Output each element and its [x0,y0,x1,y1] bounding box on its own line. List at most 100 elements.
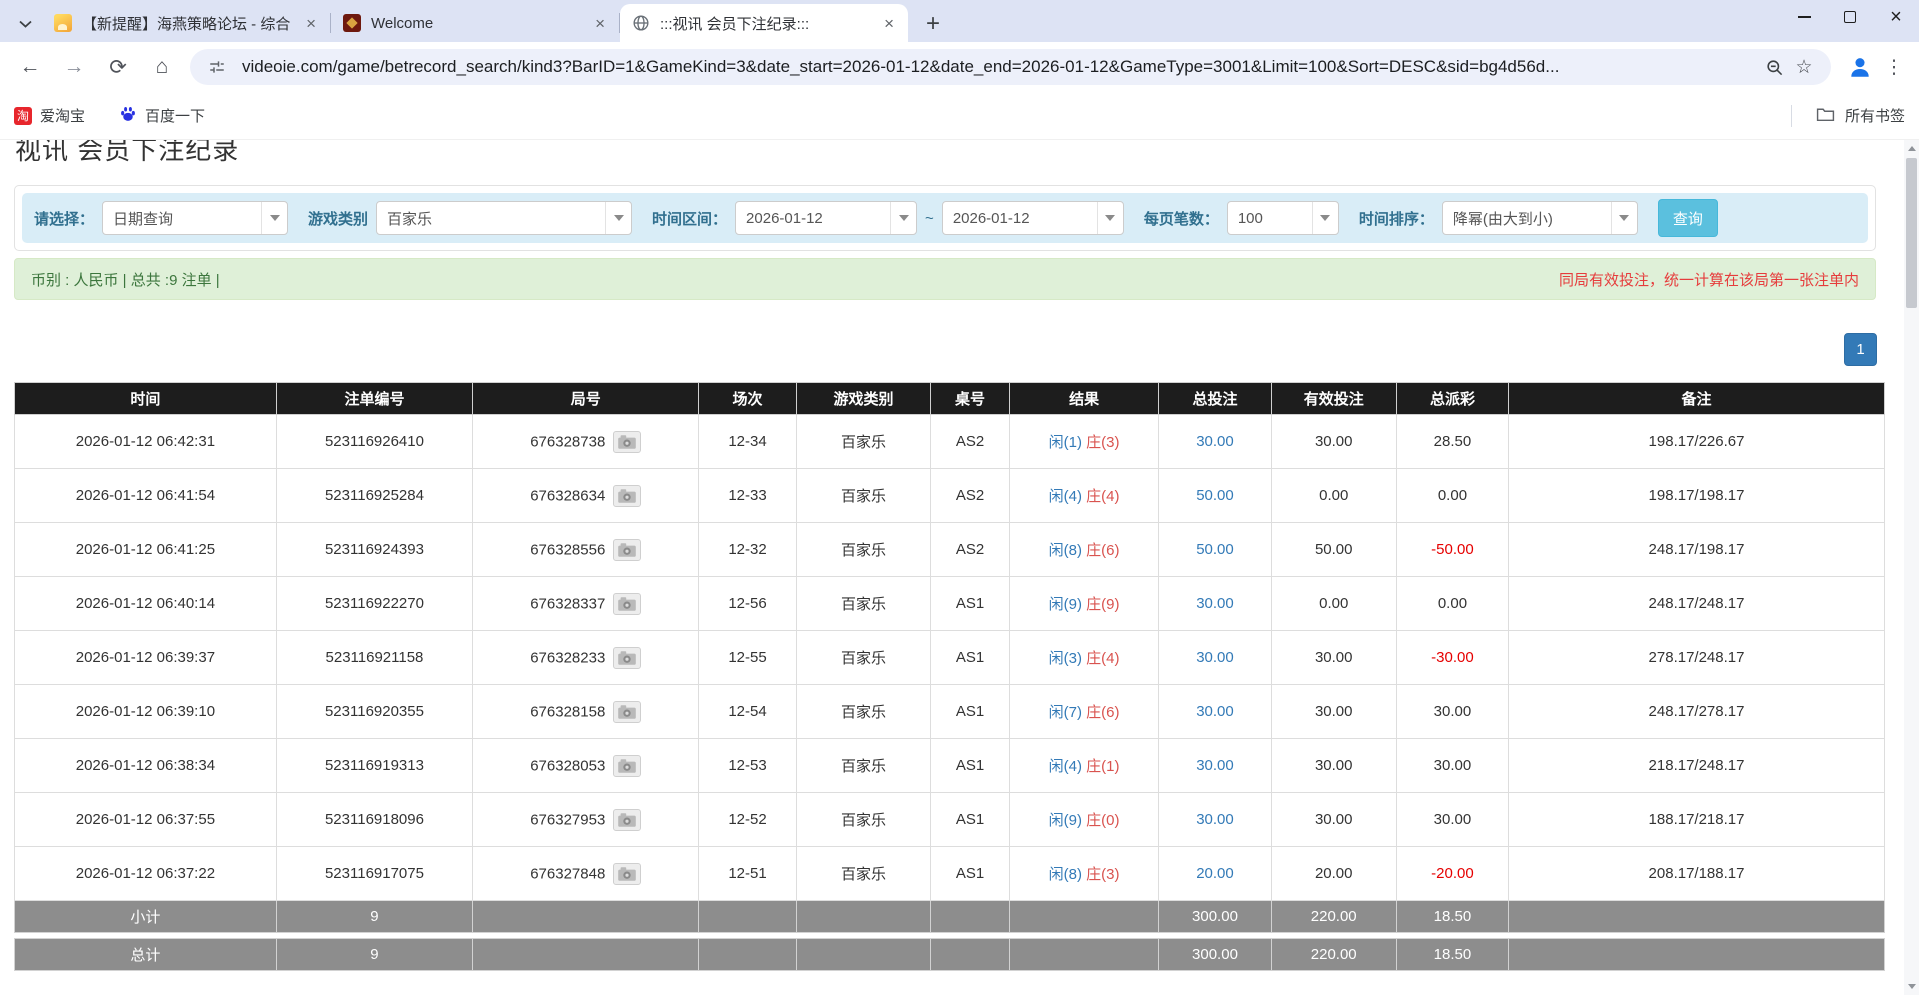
cell-session: 12-53 [699,739,796,793]
tab-forum[interactable]: 【新提醒】海燕策略论坛 - 综合 × [42,4,330,42]
video-replay-icon[interactable] [613,809,641,831]
per-page-select[interactable]: 100 [1227,201,1339,235]
cell-round: 676328233 [473,631,699,685]
cell-note: 248.17/278.17 [1509,685,1885,739]
bookmark-star-icon[interactable]: ☆ [1789,52,1819,82]
back-button[interactable]: ← [8,45,52,89]
chevron-down-icon[interactable] [890,201,916,235]
bet-record-table: 时间注单编号局号场次游戏类别桌号结果总投注有效投注总派彩备注 2026-01-1… [14,382,1885,971]
cell-total-bet: 50.00 [1159,469,1271,523]
cell-game-kind: 百家乐 [796,577,931,631]
cell-session: 12-32 [699,523,796,577]
cell-round: 676328556 [473,523,699,577]
date-start-select[interactable]: 2026-01-12 [735,201,917,235]
close-window-button[interactable]: × [1873,0,1919,34]
cell-session: 12-52 [699,793,796,847]
video-replay-icon[interactable] [613,431,641,453]
video-replay-icon[interactable] [613,755,641,777]
bookmark-baidu[interactable]: 百度一下 [119,105,205,127]
game-kind-select[interactable]: 百家乐 [376,201,632,235]
cell-bet-id: 523116926410 [276,415,472,469]
select-label: 请选择： [34,208,94,229]
scrollbar-up-icon[interactable] [1904,141,1919,156]
profile-avatar[interactable] [1843,50,1877,84]
search-button[interactable]: 查询 [1658,199,1718,237]
tab-welcome[interactable]: Welcome × [331,4,619,42]
sort-select[interactable]: 降幂(由大到小) [1442,201,1638,235]
video-replay-icon[interactable] [613,647,641,669]
cell-bet-id: 523116922270 [276,577,472,631]
maximize-button[interactable] [1827,0,1873,34]
footer-label: 总计 [15,939,277,971]
cell-payout: 0.00 [1396,577,1508,631]
forward-button[interactable]: → [52,45,96,89]
footer-label: 小计 [15,901,277,933]
minimize-button[interactable] [1781,0,1827,34]
round-number: 676328233 [530,649,605,666]
total-bet-link[interactable]: 30.00 [1196,757,1234,774]
tab-close-icon[interactable]: × [591,15,609,32]
cell-table-no: AS1 [931,739,1010,793]
cell-note: 198.17/226.67 [1509,415,1885,469]
filter-panel: 请选择： 日期查询 游戏类别 百家乐 时间区间： 2026-01-12 ~ [14,185,1876,251]
video-replay-icon[interactable] [613,539,641,561]
round-number: 676328634 [530,487,605,504]
chevron-down-icon[interactable] [605,201,631,235]
chevron-down-icon[interactable] [1097,201,1123,235]
video-replay-icon[interactable] [613,593,641,615]
tab-strip: 【新提醒】海燕策略论坛 - 综合 × Welcome × :::视讯 会员下注纪… [0,0,1919,42]
menu-icon[interactable]: ⋮ [1877,45,1911,89]
tab-close-icon[interactable]: × [302,15,320,32]
chevron-down-icon[interactable] [261,201,287,235]
scrollbar-down-icon[interactable] [1904,979,1919,994]
total-bet-link[interactable]: 30.00 [1196,649,1234,666]
tab-close-icon[interactable]: × [880,15,898,32]
tab-search-chevron-icon[interactable] [8,6,42,42]
cell-time: 2026-01-12 06:37:22 [15,847,277,901]
cell-note: 198.17/198.17 [1509,469,1885,523]
total-bet-link[interactable]: 30.00 [1196,703,1234,720]
url-text[interactable]: videoie.com/game/betrecord_search/kind3?… [242,57,1759,77]
cell-result: 闲(4) 庄(1) [1009,739,1159,793]
total-bet-link[interactable]: 30.00 [1196,595,1234,612]
result-player: 闲(7) [1049,704,1082,721]
result-player: 闲(4) [1049,758,1082,775]
cell-payout: -20.00 [1396,847,1508,901]
result-banker: 庄(6) [1086,704,1119,721]
table-row: 2026-01-12 06:37:22523116917075676327848… [15,847,1885,901]
all-bookmarks-label: 所有书签 [1845,105,1905,126]
total-bet-link[interactable]: 30.00 [1196,811,1234,828]
video-replay-icon[interactable] [613,485,641,507]
cell-valid-bet: 0.00 [1271,469,1396,523]
page-1-button[interactable]: 1 [1844,333,1877,366]
reload-button[interactable]: ⟳ [96,45,140,89]
chevron-down-icon[interactable] [1312,201,1338,235]
cell-round: 676328337 [473,577,699,631]
cell-game-kind: 百家乐 [796,469,931,523]
total-bet-link[interactable]: 20.00 [1196,865,1234,882]
video-replay-icon[interactable] [613,701,641,723]
cell-note: 248.17/198.17 [1509,523,1885,577]
home-button[interactable]: ⌂ [140,45,184,89]
tab-betrecord-active[interactable]: :::视讯 会员下注纪录::: × [620,4,908,42]
zoom-icon[interactable] [1759,52,1789,82]
total-bet-link[interactable]: 30.00 [1196,433,1234,450]
new-tab-button[interactable]: + [920,12,946,36]
cell-round: 676327848 [473,847,699,901]
site-info-tune-icon[interactable] [202,52,232,82]
address-bar[interactable]: videoie.com/game/betrecord_search/kind3?… [190,49,1831,85]
chevron-down-icon[interactable] [1611,201,1637,235]
all-bookmarks[interactable]: 所有书签 [1791,105,1905,127]
bookmark-taobao[interactable]: 淘 爱淘宝 [14,105,85,126]
total-bet-link[interactable]: 50.00 [1196,487,1234,504]
scrollbar-thumb[interactable] [1906,158,1917,308]
bookmark-label: 爱淘宝 [40,105,85,126]
cell-note: 278.17/248.17 [1509,631,1885,685]
page-scrollbar[interactable] [1904,140,1919,995]
total-bet-link[interactable]: 50.00 [1196,541,1234,558]
cell-session: 12-34 [699,415,796,469]
date-end-select[interactable]: 2026-01-12 [942,201,1124,235]
baidu-paw-icon [119,105,137,127]
query-kind-select[interactable]: 日期查询 [102,201,288,235]
video-replay-icon[interactable] [613,863,641,885]
